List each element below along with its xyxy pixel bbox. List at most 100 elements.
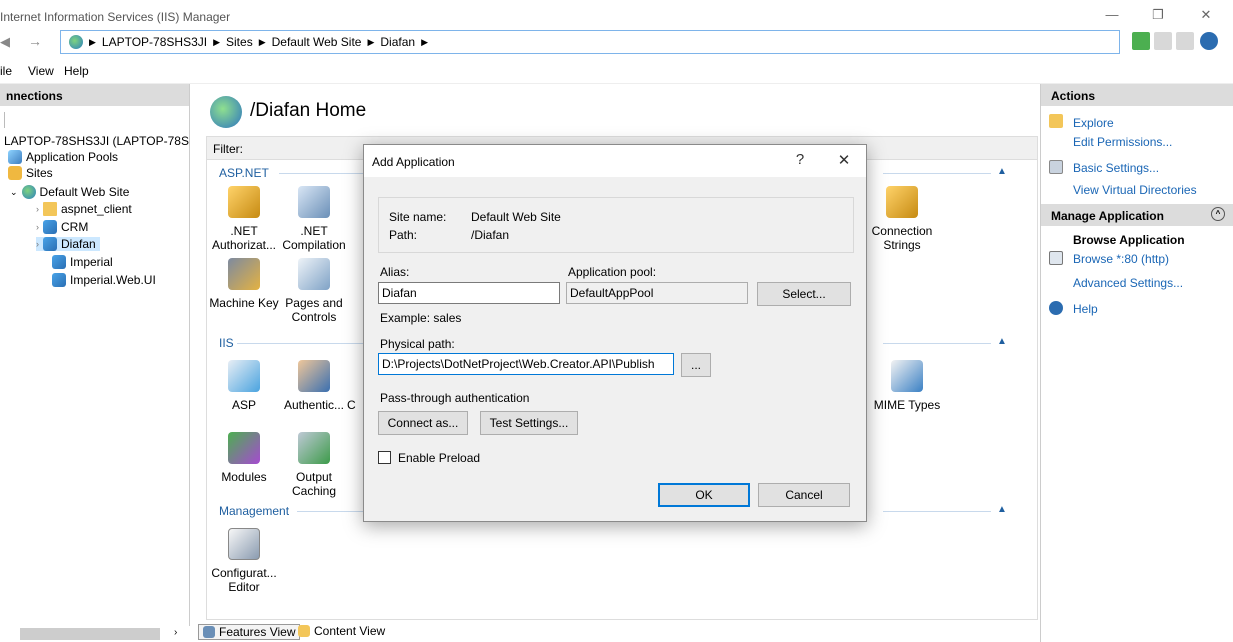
app-pool-label: Application pool: — [568, 265, 657, 279]
test-settings-button[interactable]: Test Settings... — [480, 411, 578, 435]
chevron-right-icon[interactable]: › — [36, 239, 39, 249]
feature-label: ASP — [231, 398, 256, 412]
home-icon[interactable] — [1176, 32, 1194, 50]
chevron-up-icon[interactable]: ▲ — [997, 336, 1007, 347]
feature-configuration-editor[interactable]: Configurat... Editor — [209, 528, 279, 594]
manage-application-header: Manage Application ^ — [1041, 204, 1233, 226]
tree-item-server[interactable]: LAPTOP-78SHS3JI (LAPTOP-78SH — [4, 134, 198, 148]
folder-icon — [43, 202, 57, 216]
feature-label-truncated: C — [347, 398, 356, 412]
close-icon[interactable]: ✕ — [832, 151, 856, 169]
breadcrumb-item[interactable]: Diafan — [380, 35, 415, 49]
select-button[interactable]: Select... — [757, 282, 851, 306]
menu-bar: ile View Help — [0, 58, 1233, 84]
view-tabs: Features View Content View — [190, 622, 1038, 642]
horizontal-scrollbar[interactable]: › — [0, 626, 190, 642]
tree-item-app-pools[interactable]: Application Pools — [8, 150, 118, 164]
page-title: /Diafan Home — [250, 100, 367, 121]
back-icon[interactable]: ◀ — [0, 34, 10, 50]
physical-path-label: Physical path: — [380, 337, 455, 351]
feature-asp[interactable]: ASP — [209, 360, 279, 412]
feature-label: Modules — [221, 470, 267, 484]
tree-item-imperial-web-ui[interactable]: Imperial.Web.UI — [52, 273, 156, 287]
feature-label: Authentic... — [283, 398, 345, 412]
tab-label: Features View — [219, 625, 296, 639]
ok-button[interactable]: OK — [658, 483, 750, 507]
physical-path-field[interactable]: D:\Projects\DotNetProject\Web.Creator.AP… — [378, 353, 674, 375]
close-icon[interactable]: ✕ — [1186, 4, 1226, 26]
feature-connection-strings[interactable]: Connection Strings — [867, 186, 937, 252]
section-title: Manage Application — [1051, 209, 1164, 223]
tree-item-diafan[interactable]: › Diafan — [36, 237, 100, 251]
feature-label: .NET Compilation — [282, 224, 346, 252]
connect-as-button[interactable]: Connect as... — [378, 411, 468, 435]
connections-panel: nnections LAPTOP-78SHS3JI (LAPTOP-78SH A… — [0, 84, 198, 642]
breadcrumb-item[interactable]: LAPTOP-78SHS3JI — [102, 35, 207, 49]
browse-folder-button[interactable]: ... — [681, 353, 711, 377]
feature-net-compilation[interactable]: .NET Compilation — [279, 186, 349, 252]
tree-item-aspnet-client[interactable]: › aspnet_client — [36, 202, 132, 216]
tab-content-view[interactable]: Content View — [294, 624, 389, 638]
address-bar: ◀ → ▶ LAPTOP-78SHS3JI ▶ Sites ▶ Default … — [0, 28, 1233, 58]
database-icon — [886, 186, 918, 218]
chevron-down-icon[interactable]: ⌄ — [10, 187, 18, 198]
scroll-right-icon[interactable]: › — [174, 627, 177, 638]
feature-output-caching[interactable]: Output Caching — [279, 432, 349, 498]
action-basic-settings[interactable]: Basic Settings... — [1073, 161, 1159, 175]
tree-item-label: Default Web Site — [39, 185, 130, 199]
feature-mime-types[interactable]: MIME Types — [867, 360, 947, 412]
group-aspnet: ASP.NET — [219, 166, 269, 180]
action-edit-permissions[interactable]: Edit Permissions... — [1073, 135, 1172, 149]
feature-label: Configurat... Editor — [211, 566, 277, 594]
minimize-icon[interactable]: — — [1092, 4, 1132, 26]
feature-authentication[interactable]: Authentic... — [279, 360, 349, 412]
feature-modules[interactable]: Modules — [209, 432, 279, 484]
action-advanced-settings[interactable]: Advanced Settings... — [1073, 276, 1183, 290]
go-icon[interactable] — [1132, 32, 1150, 50]
forward-icon[interactable]: → — [28, 33, 42, 49]
breadcrumb-item[interactable]: Default Web Site — [272, 35, 362, 49]
breadcrumb[interactable]: ▶ LAPTOP-78SHS3JI ▶ Sites ▶ Default Web … — [60, 30, 1120, 54]
chevron-right-icon[interactable]: › — [36, 222, 39, 232]
tree-item-crm[interactable]: › CRM — [36, 220, 88, 234]
action-view-virtual-directories[interactable]: View Virtual Directories — [1073, 183, 1197, 197]
tree-item-default-web-site[interactable]: ⌄ Default Web Site — [10, 185, 129, 199]
help-icon[interactable] — [1200, 32, 1218, 50]
tree-item-label: Diafan — [61, 237, 96, 251]
alias-field[interactable]: Diafan — [378, 282, 560, 304]
modules-icon — [228, 432, 260, 464]
chevron-right-icon: ▶ — [213, 36, 221, 47]
connections-header: nnections — [0, 84, 189, 106]
breadcrumb-item[interactable]: Sites — [226, 35, 253, 49]
stop-icon[interactable] — [1154, 32, 1172, 50]
chevron-right-icon: ▶ — [258, 36, 266, 47]
help-icon — [1049, 301, 1063, 315]
collapse-icon[interactable]: ^ — [1211, 207, 1225, 221]
feature-label: Connection Strings — [871, 224, 933, 252]
feature-net-authorization[interactable]: .NET Authorizat... — [209, 186, 279, 252]
chevron-up-icon[interactable]: ▲ — [997, 504, 1007, 515]
tree-item-sites[interactable]: Sites — [8, 166, 53, 180]
feature-label: Output Caching — [291, 470, 337, 498]
feature-pages-controls[interactable]: Pages and Controls — [279, 258, 349, 324]
compilation-icon — [298, 186, 330, 218]
enable-preload-checkbox[interactable] — [378, 451, 391, 464]
scrollbar-thumb[interactable] — [20, 628, 160, 640]
maximize-icon[interactable]: ❐ — [1138, 4, 1178, 26]
chevron-right-icon[interactable]: › — [36, 204, 39, 214]
tree-item-imperial[interactable]: Imperial — [52, 255, 113, 269]
menu-file[interactable]: ile — [0, 64, 12, 78]
menu-view[interactable]: View — [28, 64, 54, 78]
window-title: Internet Information Services (IIS) Mana… — [0, 10, 231, 24]
cancel-button[interactable]: Cancel — [758, 483, 850, 507]
action-browse-80[interactable]: Browse *:80 (http) — [1073, 252, 1169, 266]
chevron-up-icon[interactable]: ▲ — [997, 166, 1007, 177]
configuration-editor-icon — [228, 528, 260, 560]
help-icon[interactable]: ? — [788, 151, 812, 168]
pass-through-label: Pass-through authentication — [380, 391, 530, 405]
tab-features-view[interactable]: Features View — [198, 624, 301, 640]
feature-machine-key[interactable]: Machine Key — [209, 258, 279, 310]
menu-help[interactable]: Help — [64, 64, 89, 78]
action-help[interactable]: Help — [1073, 302, 1098, 316]
action-explore[interactable]: Explore — [1073, 116, 1114, 130]
